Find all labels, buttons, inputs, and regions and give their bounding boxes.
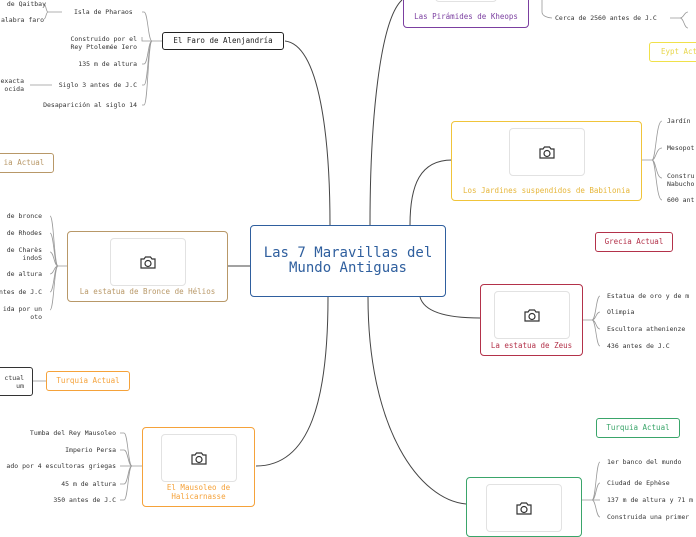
detail-mausoleum-0: Tumba del Rey Mausoleo [29, 429, 116, 437]
photo-placeholder [160, 434, 237, 482]
detail-zeus-3: 436 antes de J.C [607, 342, 670, 350]
topic-zeus[interactable]: La estatua de Zeus [480, 284, 583, 356]
detail-mausoleum-2: ado por 4 escultoras griegas [6, 462, 116, 470]
detail-pyramids-cropped-1: ﾠ [690, 8, 696, 16]
photo-placeholder [493, 291, 570, 339]
detail-gardens-0: Jardín [667, 117, 691, 125]
detail-zeus-1: Olimpia [607, 308, 635, 316]
topic-title: Las Pirámides de Kheops [414, 11, 518, 21]
detail-mausoleum-4: 350 antes de J.C [53, 496, 116, 504]
detail-colossus-1: de Rhodes [6, 229, 42, 237]
photo-placeholder [435, 0, 497, 2]
tag-label: ctual um [4, 373, 24, 390]
detail-colossus-5: ida por un oto [2, 305, 42, 321]
tag-label: Grecia Actual [604, 237, 664, 246]
branch-pyramids [369, 0, 403, 226]
topic-gardens[interactable]: Los Jardines suspendidos de Babilonia [451, 121, 642, 201]
topic-title: El Faro de Alenjandría [173, 36, 273, 45]
branch-artemis [367, 296, 467, 505]
tag-label: Turquia Actual [56, 376, 120, 385]
detail-zeus-0: Estatua de oro y de m [607, 292, 690, 300]
detail-gardens-1: Mesopot [667, 144, 695, 152]
tag-label: Eypt Act [660, 47, 696, 56]
tag-greece-left[interactable]: ia Actual [0, 153, 54, 173]
detail-mausoleum-1: Imperio Persa [65, 446, 116, 454]
detail-lighthouse-6: exacta ocida [0, 77, 24, 93]
topic-lighthouse[interactable]: El Faro de Alenjandría [162, 32, 284, 50]
topic-title: La estatua de Zeus [490, 340, 573, 350]
detail-zeus-2: Escultora athenienze [607, 325, 686, 333]
detail-mausoleum-3: 45 m de altura [61, 480, 116, 488]
detail-colossus-3: de altura [6, 270, 42, 278]
tag-label: ia Actual [3, 158, 45, 167]
topic-title: La estatua de Bronce de Hélios [79, 286, 216, 296]
tag-bodrum-partial[interactable]: ctual um [0, 367, 33, 396]
camera-icon [516, 502, 532, 515]
detail-lighthouse-2: alabra faro [0, 16, 44, 24]
camera-icon [538, 146, 555, 159]
detail-lighthouse-7: Desaparición al siglo 14 [43, 101, 137, 109]
tag-turkey-right[interactable]: Turquia Actual [596, 418, 680, 438]
branch-lighthouse [284, 40, 331, 226]
central-title: Las 7 Maravillas del Mundo Antiguas [263, 245, 433, 276]
tag-egypt-partial[interactable]: Eypt Act [649, 42, 696, 62]
detail-artemis-0: 1er banco del mundo [607, 458, 682, 466]
central-topic[interactable]: Las 7 Maravillas del Mundo Antiguas [250, 225, 446, 297]
detail-gardens-3: 600 ant [667, 196, 695, 204]
photo-placeholder [109, 238, 186, 286]
detail-pyramids-date: Cerca de 2560 antes de J.C [555, 14, 657, 22]
topic-title: El Mausoleo de Halicarnasse [166, 483, 231, 501]
branch-mausoleum [255, 296, 329, 467]
camera-icon [190, 452, 207, 465]
detail-artemis-2: 137 m de altura y 71 m [607, 496, 694, 504]
detail-lighthouse-5: Siglo 3 antes de J.C [58, 81, 137, 89]
branch-gardens [409, 159, 453, 226]
tag-turkey-left[interactable]: Turquia Actual [46, 371, 130, 391]
detail-lighthouse-3: Construido por el Rey Ptolemée Iero [70, 35, 137, 51]
topic-title: Los Jardines suspendidos de Babilonia [462, 185, 631, 195]
detail-artemis-1: Ciudad de Ephèse [607, 479, 670, 487]
tag-label: Turquia Actual [606, 423, 670, 432]
detail-lighthouse-0: de Qaitbay [6, 0, 46, 8]
detail-colossus-4: ntes de J.C [0, 288, 42, 296]
tag-greece[interactable]: Grecia Actual [595, 232, 673, 252]
detail-lighthouse-4: 135 m de altura [78, 60, 137, 68]
detail-lighthouse-1: Isla de Pharaos [74, 8, 133, 16]
branch-zeus [419, 296, 481, 319]
camera-icon [523, 309, 540, 322]
photo-placeholder [508, 128, 585, 176]
photo-placeholder [486, 484, 562, 532]
topic-pyramids[interactable]: Las Pirámides de Kheops [403, 0, 529, 28]
detail-colossus-2: de Charès indoS [6, 246, 42, 262]
detail-colossus-0: de bronce [6, 212, 42, 220]
topic-artemis[interactable] [466, 477, 582, 537]
topic-mausoleum[interactable]: El Mausoleo de Halicarnasse [142, 427, 255, 507]
topic-colossus[interactable]: La estatua de Bronce de Hélios [67, 231, 228, 302]
detail-gardens-2: Constru Nabucho [667, 172, 695, 188]
camera-icon [139, 256, 156, 269]
